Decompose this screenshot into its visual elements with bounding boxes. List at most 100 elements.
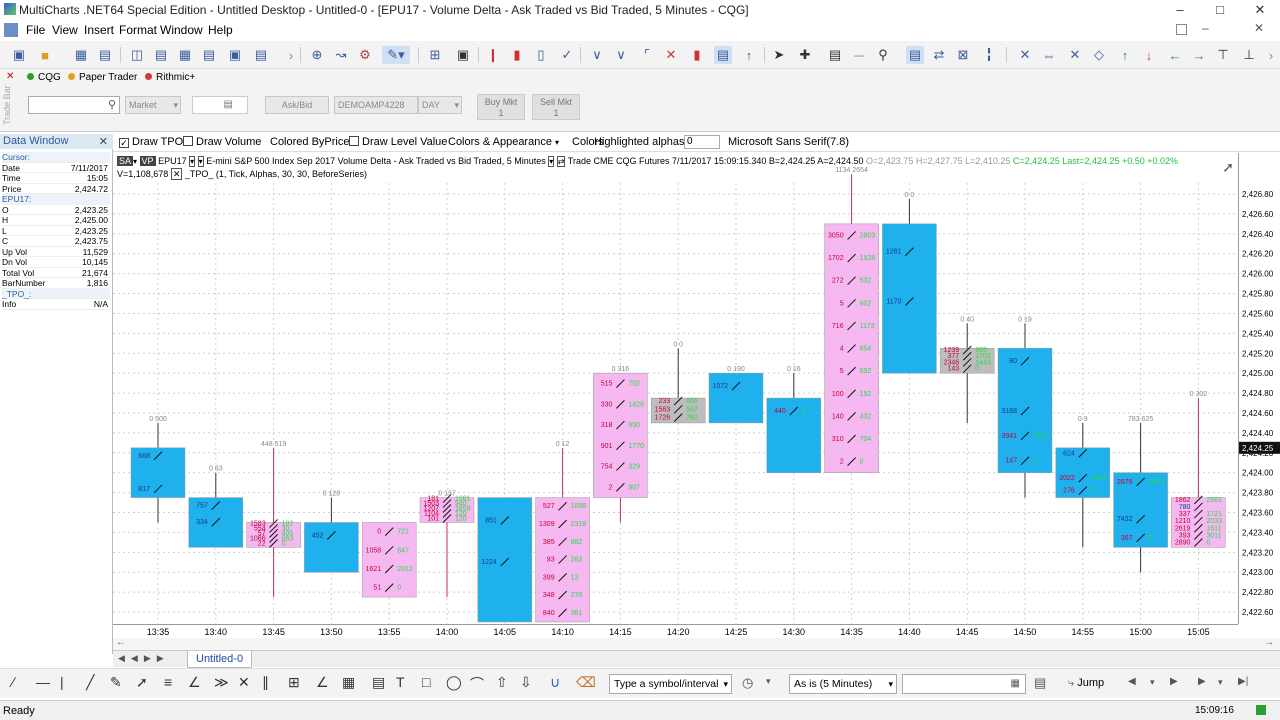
rectangle-icon[interactable]: □ [422, 674, 430, 690]
study-close-icon[interactable]: ✕ [170, 168, 183, 180]
ohlc-bar-icon[interactable]: ❙ [484, 46, 502, 64]
colors-appearance-menu[interactable]: Colors & Appearance ▾ [448, 136, 559, 148]
chevron-down-icon[interactable]: ▾ [1150, 677, 1155, 688]
magnet-icon[interactable]: ∪ [550, 674, 560, 691]
line-chart-icon[interactable]: ✓ [558, 46, 576, 64]
drawing-tool-icon[interactable]: ✎▾ [382, 46, 410, 64]
data-tips-icon[interactable]: ▤ [826, 46, 844, 64]
calendar-icon[interactable]: ▤ [1034, 675, 1046, 691]
scanner-icon[interactable]: ▤ [152, 46, 170, 64]
account-tab-cqg[interactable]: CQG [27, 72, 61, 83]
account-tab-paper[interactable]: Paper Trader [68, 72, 137, 83]
shrink-icon[interactable]: ⇔ [1040, 46, 1058, 64]
order-type-select[interactable]: Market ▾ [125, 96, 181, 114]
arrow-tool-icon[interactable]: ➚ [136, 674, 148, 691]
clock-icon[interactable]: ◷ [742, 675, 753, 691]
menu-format[interactable]: Format [119, 23, 157, 37]
dot-chart-icon[interactable]: ∨ [588, 46, 606, 64]
jump-button[interactable]: ⤷ Jump [1068, 677, 1104, 690]
draw-volume-checkbox[interactable]: Draw Volume [183, 136, 261, 148]
resolution-select[interactable]: As is (5 Minutes) ▾ [789, 674, 897, 694]
date-jump-input[interactable]: ▦ [902, 674, 1026, 694]
grid-icon[interactable]: ▦ [342, 674, 355, 691]
retracement-icon[interactable]: ≫ [214, 674, 229, 691]
chart-scrollbar[interactable]: ← → [113, 637, 1280, 650]
regression-icon[interactable]: ∠ [316, 674, 329, 691]
chart-area[interactable]: 0 500 668 817 0 63 757 334 448 519 1583 182 554 30… [113, 153, 1238, 624]
up-arrow-icon[interactable]: ⇧ [496, 674, 508, 691]
andrews-icon[interactable]: ✕ [238, 674, 250, 691]
candlestick-icon[interactable]: ▮ [508, 46, 526, 64]
tpo-icon[interactable]: ↑ [740, 46, 758, 64]
format-window-icon[interactable]: ▣ [454, 46, 472, 64]
toolbar-more-icon[interactable]: › [1262, 46, 1280, 64]
scroll-left-arrow-icon[interactable]: ← [116, 637, 126, 648]
fibonacci-icon[interactable]: ≡ [164, 674, 172, 690]
last-bar-icon[interactable]: ▶| [1238, 676, 1248, 687]
hollow-candle-icon[interactable]: ▯ [532, 46, 550, 64]
symbol-search-input[interactable]: ⚲ [28, 96, 120, 114]
next-bar-icon[interactable]: ▶ [1170, 676, 1178, 687]
order-window-icon[interactable]: ▤ [200, 46, 218, 64]
data-window-close-icon[interactable]: ✕ [99, 135, 108, 148]
pen-icon[interactable]: ✎ [110, 674, 122, 691]
play-icon[interactable]: ▶ [1198, 676, 1206, 687]
account-tab-rithmic[interactable]: Rithmic+ [145, 72, 195, 83]
draw-level-value-checkbox[interactable]: Draw Level Value [349, 136, 447, 148]
restore-child-icon[interactable] [1176, 24, 1187, 35]
close-button[interactable]: ✕ [1240, 0, 1280, 20]
more-chevron-icon[interactable]: › [282, 46, 300, 64]
colored-by-price-button[interactable]: Colored ByPrice [270, 136, 349, 148]
channel-icon[interactable]: ╱ [86, 674, 94, 691]
scroll-icon[interactable]: ⊠ [954, 46, 972, 64]
vertical-line-icon[interactable]: | [60, 674, 64, 690]
menu-window[interactable]: Window [160, 23, 203, 37]
tab-untitled-0[interactable]: Untitled-0 [187, 651, 253, 668]
down-arrow-icon[interactable]: ⇩ [520, 674, 532, 691]
vp-badge[interactable]: VP [139, 156, 156, 166]
menu-file[interactable]: File [26, 23, 45, 37]
chart-window-icon[interactable]: ◫ [128, 46, 146, 64]
spacing-icon[interactable]: ╏ [980, 46, 998, 64]
alpha-stepper[interactable]: 0 [684, 135, 720, 149]
jump-end-icon[interactable]: ⊥ [1240, 46, 1258, 64]
chart-trade-icon[interactable]: ➚ [1222, 159, 1234, 176]
kagi-icon[interactable]: ✕ [662, 46, 680, 64]
insert-strategy-icon[interactable]: ⚙ [356, 46, 374, 64]
data-window-toggle-icon[interactable]: ▤ [906, 46, 924, 64]
sell-market-button[interactable]: Sell Mkt 1 [532, 94, 580, 120]
gann-icon[interactable]: ∠ [188, 674, 201, 691]
time-axis[interactable]: 13:35 13:40 13:45 13:50 13:55 14:00 14:05 14:10… [113, 624, 1238, 638]
tif-select[interactable]: DAY ▾ [418, 96, 462, 114]
prev-bar-icon[interactable]: ◀ [1128, 676, 1136, 687]
pointer-icon[interactable]: ➤ [770, 46, 788, 64]
clear-drawings-icon[interactable]: ⌫ [576, 674, 596, 691]
tab-nav-arrows-icon[interactable]: ◀◀▶▶ [118, 653, 170, 664]
symbol-list-icon[interactable]: ▤ [252, 46, 270, 64]
minimize-button[interactable]: – [1160, 0, 1200, 20]
menu-view[interactable]: View [52, 23, 78, 37]
price-axis[interactable]: 2,426.80 2,426.60 2,426.40 2,426.20 2,426.00… [1238, 153, 1280, 624]
font-selector[interactable]: Microsoft Sans Serif(7.8) [728, 136, 849, 148]
minimize-child-icon[interactable]: – [1202, 21, 1209, 35]
text-icon[interactable]: T [396, 674, 405, 690]
scroll-up-icon[interactable]: ↑ [1116, 46, 1134, 64]
horizontal-line-icon[interactable]: — [36, 674, 50, 690]
chevron-down-icon[interactable]: ▾ [766, 676, 771, 687]
close-workspace-icon[interactable]: ▤ [96, 46, 114, 64]
quantity-stepper[interactable]: ▤ [192, 96, 248, 114]
symbol-interval-input[interactable]: Type a symbol/interval ▾ [609, 674, 732, 694]
menu-help[interactable]: Help [208, 23, 233, 37]
sa-badge[interactable]: SA [117, 156, 134, 166]
fit-icon[interactable]: ◇ [1090, 46, 1108, 64]
maximize-button[interactable]: □ [1200, 0, 1240, 20]
chart-analysis-icon[interactable]: ⇄ [930, 46, 948, 64]
trade-bar-close-icon[interactable]: ✕ [6, 71, 14, 82]
insert-study-icon[interactable]: ⊕ [308, 46, 326, 64]
cycle-icon[interactable]: ∥ [262, 674, 269, 691]
scroll-right-icon[interactable]: → [1190, 46, 1208, 64]
trendline-icon[interactable]: ∕ [12, 674, 14, 690]
jump-start-icon[interactable]: ⊤ [1214, 46, 1232, 64]
volume-profile-icon[interactable]: ▤ [714, 46, 732, 64]
save-icon[interactable]: ▦ [72, 46, 90, 64]
